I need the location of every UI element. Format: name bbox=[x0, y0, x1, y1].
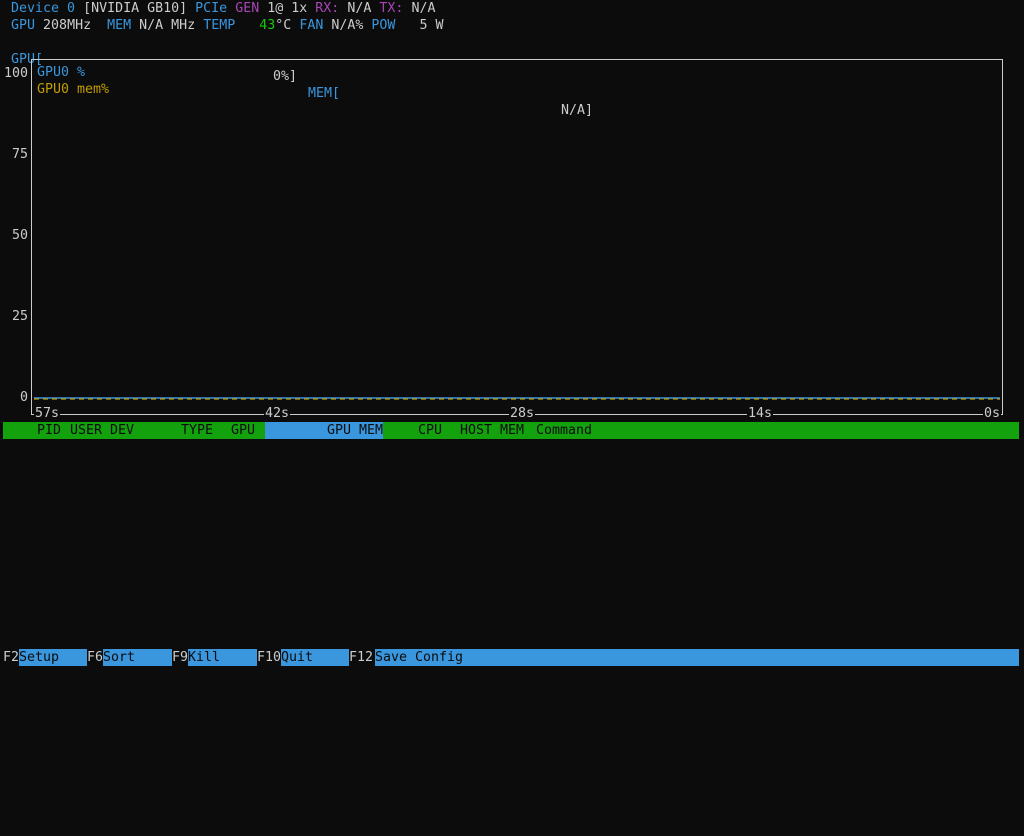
chart-plot-area bbox=[31, 59, 1003, 415]
y-tick-label: 75 bbox=[11, 147, 28, 162]
pow-value: 5 W bbox=[419, 18, 444, 33]
temp-label: TEMP bbox=[203, 18, 236, 33]
fan-value: N/A% bbox=[331, 18, 364, 33]
f9-key: F9 bbox=[172, 650, 189, 665]
column-dev[interactable]: DEV bbox=[110, 422, 134, 439]
device-info-line: Device 0 [NVIDIA GB10] PCIe GEN 1@ 1x RX… bbox=[11, 0, 435, 17]
gpu-clock-value: 208MHz bbox=[43, 18, 92, 33]
x-tick-label: 57s bbox=[34, 405, 61, 422]
process-table-header: PID USER DEV TYPE GPU GPU MEM CPU HOST M… bbox=[3, 422, 1019, 439]
f6-key: F6 bbox=[87, 650, 104, 665]
legend-gpu-mem: GPU0 mem% bbox=[37, 82, 110, 97]
gen-value: 1@ 1x bbox=[267, 1, 308, 16]
x-tick-label: 42s bbox=[264, 405, 291, 422]
sort-button[interactable]: Sort bbox=[103, 649, 172, 666]
tx-label: TX: bbox=[379, 1, 404, 16]
f12-key: F12 bbox=[349, 650, 374, 665]
y-tick-label: 50 bbox=[11, 228, 28, 243]
clock-info-line: GPU 208MHz MEM N/A MHz TEMP 43°C FAN N/A… bbox=[11, 17, 444, 34]
setup-button[interactable]: Setup bbox=[19, 649, 87, 666]
x-tick-label: 28s bbox=[509, 405, 536, 422]
x-tick-label: 0s bbox=[983, 405, 1002, 422]
legend-gpu-util: GPU0 % bbox=[37, 65, 86, 80]
column-gpu[interactable]: GPU bbox=[231, 422, 255, 439]
column-host-mem[interactable]: HOST MEM bbox=[460, 422, 524, 439]
chart-svg bbox=[34, 397, 1000, 400]
gen-label: GEN bbox=[235, 1, 260, 16]
mem-clock-value: N/A MHz bbox=[139, 18, 196, 33]
column-type[interactable]: TYPE bbox=[181, 422, 213, 439]
column-command[interactable]: Command bbox=[536, 422, 592, 439]
f10-key: F10 bbox=[257, 650, 282, 665]
rx-value: N/A bbox=[347, 1, 372, 16]
rx-label: RX: bbox=[315, 1, 340, 16]
temp-unit: °C bbox=[275, 18, 292, 33]
f2-key: F2 bbox=[3, 650, 20, 665]
kill-button[interactable]: Kill bbox=[188, 649, 257, 666]
quit-button[interactable]: Quit bbox=[281, 649, 349, 666]
tx-value: N/A bbox=[411, 1, 436, 16]
y-tick-label: 25 bbox=[11, 309, 28, 324]
device-name: [NVIDIA GB10] bbox=[83, 1, 188, 16]
column-cpu[interactable]: CPU bbox=[418, 422, 442, 439]
x-tick-label: 14s bbox=[747, 405, 774, 422]
y-tick-label: 100 bbox=[3, 66, 28, 81]
mem-clock-label: MEM bbox=[107, 18, 132, 33]
pow-label: POW bbox=[371, 18, 396, 33]
device-label: Device 0 bbox=[11, 1, 76, 16]
column-gpu-mem[interactable]: GPU MEM bbox=[265, 422, 383, 439]
y-tick-label: 0 bbox=[19, 390, 28, 405]
usage-bars-line: GPU[ 0%] MEM[ N/A] bbox=[11, 34, 1011, 118]
save-config-button[interactable]: Save Config bbox=[375, 649, 1019, 666]
pcie-label: PCIe bbox=[195, 1, 228, 16]
function-key-bar: F2 Setup F6 Sort F9 Kill F10 Quit F12 Sa… bbox=[3, 649, 1019, 666]
fan-label: FAN bbox=[299, 18, 324, 33]
gpu-clock-label: GPU bbox=[11, 18, 36, 33]
column-pid[interactable]: PID bbox=[37, 422, 61, 439]
column-user[interactable]: USER bbox=[70, 422, 102, 439]
temp-value: 43 bbox=[259, 18, 276, 33]
